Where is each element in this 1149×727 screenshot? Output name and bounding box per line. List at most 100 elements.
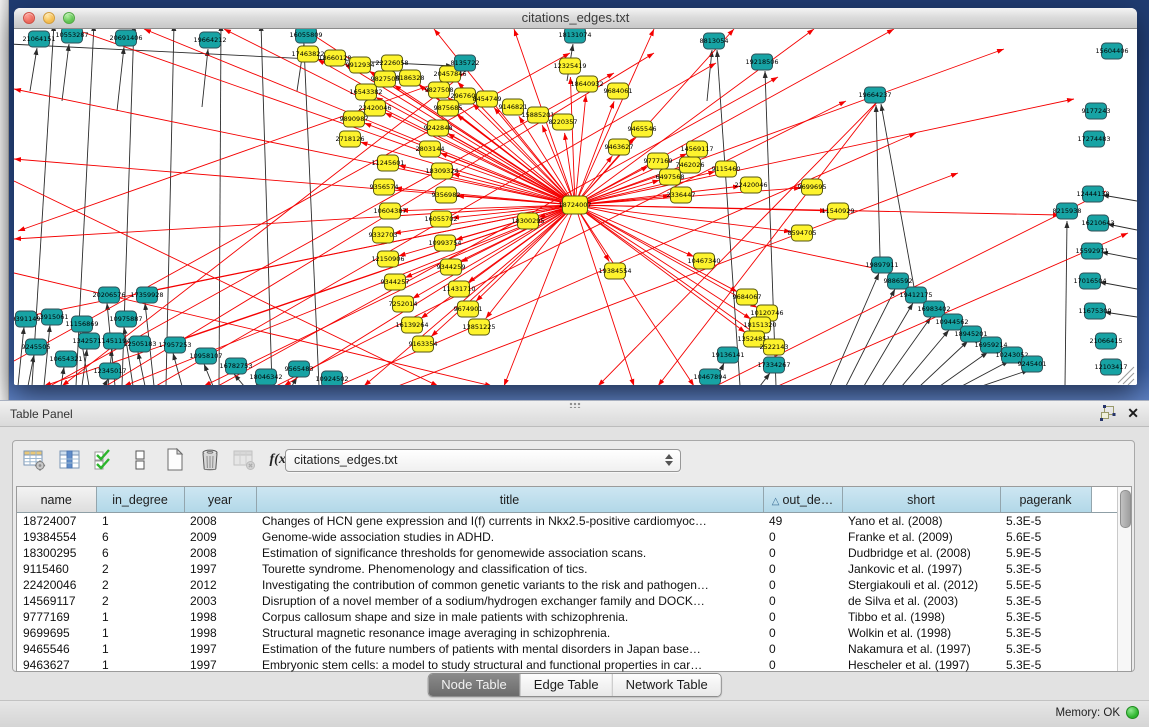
graph-node-label: 9699695 <box>798 183 827 191</box>
create-column-button[interactable] <box>161 447 189 473</box>
graph-node-label: 15592971 <box>1075 247 1108 255</box>
table-browser: f(x) citations_edges.txt name in_degree … <box>12 440 1135 672</box>
graph-node-label: 18131074 <box>558 31 591 39</box>
graph-node-label: 9245401 <box>1018 360 1047 368</box>
column-header-year[interactable]: year <box>184 487 256 513</box>
graph-node-label: 9465546 <box>628 125 657 133</box>
network-canvas[interactable]: 1872400718300295193845549777169746202664… <box>14 29 1137 385</box>
tab-network-table[interactable]: Network Table <box>612 674 721 696</box>
graph-node-label: 10467894 <box>693 373 726 381</box>
node-table: name in_degree year title △out_de… short… <box>16 486 1132 672</box>
close-window-button[interactable] <box>23 12 35 24</box>
graph-node-label: 8813054 <box>700 37 729 45</box>
table-row[interactable]: 969969511998Structural magnetic resonanc… <box>17 625 1117 641</box>
table-column-icon <box>58 448 82 472</box>
table-header-row: name in_degree year title △out_de… short… <box>17 487 1117 513</box>
graph-node-label: 15604406 <box>1095 47 1128 55</box>
graph-node-label: 10120746 <box>750 309 783 317</box>
table-row[interactable]: 946362711997Embryonic stem cells: a mode… <box>17 657 1117 673</box>
column-header-pagerank[interactable]: pagerank <box>1000 487 1091 513</box>
table-mode-button[interactable] <box>21 447 49 473</box>
graph-node-label: 9565483 <box>285 365 314 373</box>
network-view-window[interactable]: citations_edges.txt 187240071830029519 <box>14 8 1137 385</box>
table-panel-header[interactable]: Table Panel ✕ <box>0 400 1149 427</box>
delete-column-button[interactable] <box>196 447 224 473</box>
graph-node-label: 6497568 <box>656 173 685 181</box>
graph-node-label: 23420046 <box>358 104 391 112</box>
network-desktop: citations_edges.txt 187240071830029519 <box>0 0 1149 400</box>
graph-node-label: 11675300 <box>1078 307 1111 315</box>
column-header-filler <box>1091 487 1117 513</box>
graph-node-label: 18945201 <box>954 330 987 338</box>
graph-node-label: 9245505 <box>22 343 51 351</box>
delete-table-button[interactable] <box>231 447 259 473</box>
table-source-value: citations_edges.txt <box>294 453 398 467</box>
table-row[interactable]: 1456911722003Disruption of a novel membe… <box>17 593 1117 609</box>
graph-node-label: 9912934 <box>346 61 375 69</box>
graph-node-label: 20206576 <box>92 291 125 299</box>
new-document-icon <box>163 448 187 472</box>
graph-node-label: 9674901 <box>454 305 483 313</box>
graph-node-label: 12325419 <box>553 62 586 70</box>
graph-node-label: 8186328 <box>396 74 425 82</box>
close-panel-button[interactable]: ✕ <box>1127 405 1139 421</box>
graph-node-label: 2336447 <box>667 191 696 199</box>
graph-node-label: 11431710 <box>442 285 475 293</box>
table-row[interactable]: 2242004622012Investigating the contribut… <box>17 577 1117 593</box>
graph-node-label: 8135722 <box>451 59 480 67</box>
tab-node-table[interactable]: Node Table <box>428 674 520 696</box>
graph-node-label: 10604387 <box>373 207 406 215</box>
memory-status-icon <box>1126 706 1139 719</box>
graph-node-label: 9463627 <box>605 143 634 151</box>
graph-node-label: 17016504 <box>1073 277 1106 285</box>
graph-node-label: 9163354 <box>409 340 438 348</box>
select-columns-button[interactable] <box>91 447 119 473</box>
graph-node-label: 12345017 <box>93 367 126 375</box>
graph-node-label: 8594705 <box>788 229 817 237</box>
graph-node-label: 8220357 <box>549 118 578 126</box>
tab-edge-table[interactable]: Edge Table <box>520 674 612 696</box>
column-header-title[interactable]: title <box>256 487 763 513</box>
table-row[interactable]: 911546021997Tourette syndrome. Phenomeno… <box>17 561 1117 577</box>
table-vertical-scrollbar[interactable] <box>1117 487 1131 671</box>
table-source-select[interactable]: citations_edges.txt <box>285 449 681 472</box>
graph-node-label: 8215938 <box>1053 207 1082 215</box>
graph-node-label: 9875685 <box>434 104 463 112</box>
show-columns-button[interactable] <box>56 447 84 473</box>
graph-node-label: 13851225 <box>462 323 495 331</box>
graph-node-label: 10944562 <box>935 318 968 326</box>
graph-node-label: 19384554 <box>598 267 631 275</box>
table-toolbar: f(x) <box>21 445 294 475</box>
graph-node-label: 16210643 <box>1081 219 1114 227</box>
graph-node-label: 19664237 <box>858 91 891 99</box>
graph-node-label: 9146821 <box>499 103 528 111</box>
graph-node-label: 12444138 <box>1076 190 1109 198</box>
graph-node-label: 16782753 <box>219 362 252 370</box>
column-header-in-degree[interactable]: in_degree <box>96 487 184 513</box>
graph-node-label: 10993754 <box>428 239 461 247</box>
graph-node-label: 16055702 <box>424 215 457 223</box>
graph-node-label: 2522143 <box>760 343 789 351</box>
table-row[interactable]: 1938455462009Genome-wide association stu… <box>17 529 1117 545</box>
graph-node-label: 18309324 <box>425 167 458 175</box>
column-header-name[interactable]: name <box>17 487 96 513</box>
column-header-out-degree[interactable]: △out_de… <box>763 487 842 513</box>
row-height-button[interactable] <box>126 447 154 473</box>
delete-table-icon <box>233 448 257 472</box>
table-row[interactable]: 977716911998Corpus callosum shape and si… <box>17 609 1117 625</box>
table-row[interactable]: 1830029562008Estimation of significance … <box>17 545 1117 561</box>
table-row[interactable]: 946554611997Estimation of the future num… <box>17 641 1117 657</box>
float-window-button[interactable] <box>1100 405 1116 421</box>
window-titlebar[interactable]: citations_edges.txt <box>14 8 1137 29</box>
graph-node-label: 19897911 <box>865 261 898 269</box>
divider-grip-icon[interactable] <box>569 402 581 408</box>
column-header-short[interactable]: short <box>842 487 1000 513</box>
minimize-window-button[interactable] <box>43 12 55 24</box>
graph-node-label: 22420046 <box>734 181 767 189</box>
table-row[interactable]: 1872400712008Changes of HCN gene express… <box>17 513 1117 530</box>
graph-node-label: 20691406 <box>109 34 142 42</box>
citation-network-graph[interactable]: 1872400718300295193845549777169746202664… <box>14 29 1137 385</box>
graph-node-label: 17334267 <box>757 361 790 369</box>
scrollbar-thumb[interactable] <box>1120 490 1131 528</box>
zoom-window-button[interactable] <box>63 12 75 24</box>
